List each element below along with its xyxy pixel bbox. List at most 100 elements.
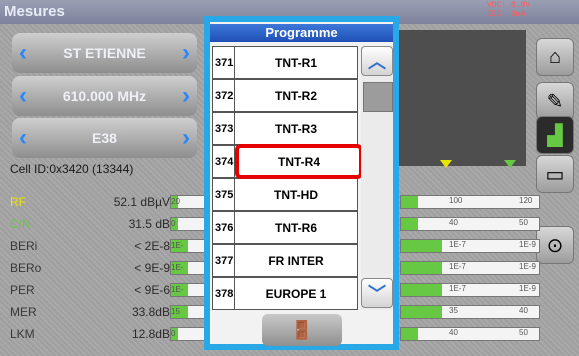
- green-marker-icon: [504, 160, 516, 168]
- program-row[interactable]: 371 TNT-R1: [212, 46, 358, 79]
- measure-bar-right: 1E-7 1E-9: [400, 283, 540, 297]
- measure-bar-right: 1E-7 1E-9: [400, 239, 540, 253]
- program-number: 373: [213, 113, 235, 144]
- measure-bar-right: 100 120: [400, 195, 540, 209]
- home-icon[interactable]: ⌂: [536, 38, 574, 76]
- measure-value: 31.5 dB: [128, 217, 170, 231]
- idc-readout: IDC: 0mA: [487, 10, 526, 19]
- scale-start-label: 1E-: [171, 285, 184, 294]
- cell-id: Cell ID:0x3420 (13344): [10, 162, 134, 176]
- scale-start-label: 15: [171, 307, 180, 316]
- scale-tick-label: 100: [449, 196, 463, 205]
- scale-tick-label: 1E-7: [449, 262, 466, 271]
- program-row[interactable]: 373 TNT-R3: [212, 112, 358, 145]
- scroll-down-button[interactable]: ﹀: [361, 278, 393, 308]
- yellow-marker-icon: [440, 160, 452, 168]
- chevron-right-icon[interactable]: ›: [175, 82, 197, 110]
- measure-bar-right: 35 40: [400, 305, 540, 319]
- program-name: TNT-R4: [235, 144, 363, 179]
- scale-tick-label: 1E-9: [519, 284, 536, 293]
- program-list: 371 TNT-R1 372 TNT-R2 373 TNT-R3 374 TNT-R4 375 T…: [212, 46, 363, 310]
- scale-start-label: 0: [171, 329, 176, 338]
- scale-tick-label: 1E-9: [519, 262, 536, 271]
- scale-tick-label: 1E-9: [519, 240, 536, 249]
- measure-value: < 9E-9: [134, 261, 170, 275]
- scroll-up-button[interactable]: ︿: [361, 46, 393, 76]
- program-row[interactable]: 378 EUROPE 1: [212, 277, 358, 310]
- program-name: FR INTER: [268, 253, 324, 268]
- scrollbar[interactable]: ︿ ﹀: [361, 46, 393, 310]
- scale-tick-label: 120: [519, 196, 533, 205]
- power-readout: VDC: 0.0V IDC: 0mA: [487, 1, 530, 19]
- measure-bar-right-fill: [401, 218, 418, 230]
- measure-bar-right-fill: [401, 240, 443, 252]
- channel-selector: ‹ E38 ›: [12, 118, 197, 158]
- measure-label: RF: [10, 195, 26, 209]
- program-row[interactable]: 376 TNT-R6: [212, 211, 358, 244]
- spectrum-view: [396, 30, 526, 166]
- program-number: 377: [213, 245, 235, 276]
- scale-tick-label: 35: [449, 306, 458, 315]
- frequency-selector: ‹ 610.000 MHz ›: [12, 76, 197, 116]
- program-name: TNT-R6: [275, 220, 317, 235]
- scroll-thumb[interactable]: [363, 82, 393, 112]
- program-number: 374: [213, 146, 235, 177]
- program-row[interactable]: 375 TNT-HD: [212, 178, 358, 211]
- program-number: 372: [213, 80, 235, 111]
- scale-tick-label: 40: [519, 306, 528, 315]
- measurement-screen: Mesures VDC: 0.0V IDC: 0mA ‹ ST ETIENNE …: [0, 0, 579, 356]
- frequency-value: 610.000 MHz: [62, 88, 147, 104]
- measure-value: 33.8dB: [131, 305, 170, 319]
- pencil-icon[interactable]: ✎: [536, 82, 574, 120]
- chevron-left-icon[interactable]: ‹: [12, 124, 34, 152]
- monitor-icon[interactable]: ▭: [536, 155, 574, 193]
- scale-tick-label: 40: [449, 328, 458, 337]
- measure-label: PER: [10, 283, 35, 297]
- exit-button[interactable]: 🚪: [262, 314, 342, 346]
- scale-tick-label: 50: [519, 218, 528, 227]
- dialog-title: Programme: [210, 24, 393, 42]
- chevron-left-icon[interactable]: ‹: [12, 39, 34, 67]
- chevron-left-icon[interactable]: ‹: [12, 82, 34, 110]
- site-selector: ‹ ST ETIENNE ›: [12, 33, 197, 73]
- measure-label: MER: [10, 305, 37, 319]
- measure-bar-right-fill: [401, 262, 443, 274]
- scale-tick-label: 1E-7: [449, 284, 466, 293]
- measure-value: < 2E-8: [134, 239, 170, 253]
- measure-label: BERi: [10, 239, 38, 253]
- screen-title: Mesures: [4, 3, 65, 20]
- program-row-selected[interactable]: 374 TNT-R4: [212, 144, 363, 179]
- program-dialog: Programme 371 TNT-R1 372 TNT-R2 373 TNT-R3 374…: [204, 16, 399, 350]
- measure-bar-right-fill: [401, 284, 443, 296]
- program-row[interactable]: 372 TNT-R2: [212, 79, 358, 112]
- measure-bar-right: 40 50: [400, 327, 540, 341]
- scale-start-label: 20: [171, 197, 180, 206]
- program-number: 375: [213, 179, 235, 210]
- scale-tick-label: 40: [449, 218, 458, 227]
- measure-value: < 9E-6: [134, 283, 170, 297]
- vdc-readout: VDC: 0.0V: [487, 1, 531, 10]
- measure-bar-right: 40 50: [400, 217, 540, 231]
- scale-start-label: 0: [171, 219, 176, 228]
- measure-bar-right-fill: [401, 306, 443, 318]
- program-row[interactable]: 377 FR INTER: [212, 244, 358, 277]
- program-name: TNT-R2: [275, 88, 317, 103]
- measure-bar-right-fill: [401, 328, 418, 340]
- exit-door-icon: 🚪: [290, 319, 314, 340]
- program-number: 378: [213, 278, 235, 309]
- program-name: TNT-HD: [274, 187, 318, 202]
- measure-value: 12.8dB: [131, 327, 170, 341]
- program-name: EUROPE 1: [265, 286, 327, 301]
- program-number: 371: [213, 47, 235, 78]
- program-name: TNT-R1: [275, 55, 317, 70]
- measure-value: 52.1 dBµV: [113, 195, 170, 209]
- scale-tick-label: 50: [519, 328, 528, 337]
- program-number: 376: [213, 212, 235, 243]
- spectrum-icon[interactable]: ▟: [536, 116, 574, 154]
- measure-label: BERo: [10, 261, 42, 275]
- measure-bar-right-fill: [401, 196, 418, 208]
- measure-bar-right: 1E-7 1E-9: [400, 261, 540, 275]
- chevron-right-icon[interactable]: ›: [175, 124, 197, 152]
- program-name: TNT-R3: [275, 121, 317, 136]
- chevron-right-icon[interactable]: ›: [175, 39, 197, 67]
